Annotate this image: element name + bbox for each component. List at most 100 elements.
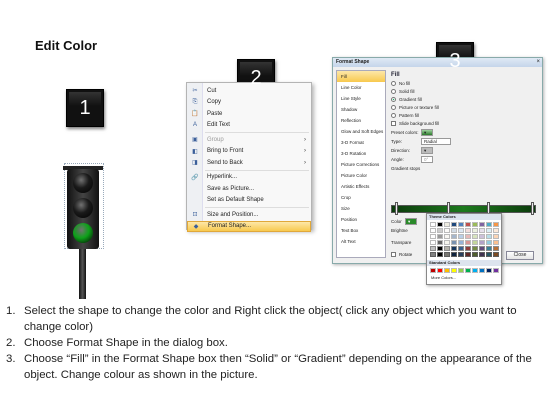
- menu-item-save-as-picture[interactable]: Save as Picture...: [187, 183, 311, 194]
- nav-item-line-style[interactable]: Line Style: [337, 93, 385, 104]
- theme-color-swatch[interactable]: [430, 228, 436, 233]
- nav-item-reflection[interactable]: Reflection: [337, 115, 385, 126]
- theme-color-swatch[interactable]: [437, 252, 443, 257]
- traffic-light-shape[interactable]: [58, 155, 108, 305]
- fill-option-picture-or-texture-fill[interactable]: Picture or texture fill: [391, 103, 541, 111]
- gradient-stops-bar[interactable]: [391, 205, 536, 213]
- theme-color-swatch[interactable]: [458, 240, 464, 245]
- theme-color-swatch[interactable]: [451, 228, 457, 233]
- fill-option-gradient-fill[interactable]: Gradient fill: [391, 95, 541, 103]
- theme-color-swatch[interactable]: [486, 222, 492, 227]
- standard-color-swatch[interactable]: [486, 268, 492, 273]
- theme-color-swatch[interactable]: [444, 252, 450, 257]
- theme-color-swatch[interactable]: [465, 222, 471, 227]
- menu-item-bring-to-front[interactable]: ◧ Bring to Front ›: [187, 146, 311, 157]
- menu-item-copy[interactable]: ⎘ Copy: [187, 97, 311, 108]
- nav-item-line-color[interactable]: Line Color: [337, 82, 385, 93]
- theme-color-swatch[interactable]: [465, 234, 471, 239]
- gradient-stop[interactable]: [395, 202, 398, 215]
- rotate-checkbox[interactable]: [391, 252, 396, 257]
- nav-item-3-d-rotation[interactable]: 3-D Rotation: [337, 148, 385, 159]
- theme-color-swatch[interactable]: [465, 246, 471, 251]
- theme-color-swatch[interactable]: [437, 228, 443, 233]
- nav-item-alt-text[interactable]: Alt Text: [337, 236, 385, 247]
- theme-color-swatch[interactable]: [451, 240, 457, 245]
- theme-color-swatch[interactable]: [451, 246, 457, 251]
- standard-color-swatch[interactable]: [458, 268, 464, 273]
- theme-color-swatch[interactable]: [437, 240, 443, 245]
- theme-color-swatch[interactable]: [430, 240, 436, 245]
- theme-color-swatch[interactable]: [479, 246, 485, 251]
- theme-color-swatch[interactable]: [430, 252, 436, 257]
- nav-item-text-box[interactable]: Text Box: [337, 225, 385, 236]
- theme-color-swatch[interactable]: [458, 222, 464, 227]
- standard-color-swatch[interactable]: [437, 268, 443, 273]
- theme-color-swatch[interactable]: [493, 240, 499, 245]
- close-icon[interactable]: ×: [536, 59, 540, 65]
- theme-color-swatch[interactable]: [458, 228, 464, 233]
- nav-item-artistic-effects[interactable]: Artistic Effects: [337, 181, 385, 192]
- theme-color-swatch[interactable]: [444, 246, 450, 251]
- theme-color-swatch[interactable]: [472, 234, 478, 239]
- menu-item-set-as-default-shape[interactable]: Set as Default Shape: [187, 195, 311, 206]
- fill-option-no-fill[interactable]: No fill: [391, 79, 541, 87]
- theme-color-swatch[interactable]: [479, 234, 485, 239]
- menu-item-group[interactable]: ▣ Group ›: [187, 134, 311, 145]
- standard-color-swatch[interactable]: [493, 268, 499, 273]
- theme-color-swatch[interactable]: [479, 252, 485, 257]
- theme-color-swatch[interactable]: [444, 240, 450, 245]
- menu-item-format-shape[interactable]: ◆ Format Shape...: [187, 220, 311, 232]
- menu-item-hyperlink[interactable]: 🔗 Hyperlink...: [187, 172, 311, 183]
- gradient-stop[interactable]: [531, 202, 534, 215]
- standard-color-swatch[interactable]: [472, 268, 478, 273]
- menu-item-edit-text[interactable]: A Edit Text: [187, 120, 311, 131]
- close-button[interactable]: Close: [506, 251, 534, 260]
- nav-item-picture-corrections[interactable]: Picture Corrections: [337, 159, 385, 170]
- fill-option-slide-background-fill[interactable]: Slide background fill: [391, 119, 541, 127]
- theme-color-swatch[interactable]: [458, 246, 464, 251]
- theme-color-swatch[interactable]: [437, 234, 443, 239]
- theme-color-swatch[interactable]: [493, 228, 499, 233]
- theme-color-swatch[interactable]: [437, 222, 443, 227]
- theme-color-swatch[interactable]: [430, 234, 436, 239]
- nav-item-shadow[interactable]: Shadow: [337, 104, 385, 115]
- theme-color-swatch[interactable]: [493, 252, 499, 257]
- nav-item-3-d-format[interactable]: 3-D Format: [337, 137, 385, 148]
- theme-color-swatch[interactable]: [479, 222, 485, 227]
- nav-item-glow-and-soft-edges[interactable]: Glow and Soft Edges: [337, 126, 385, 137]
- theme-color-swatch[interactable]: [444, 228, 450, 233]
- theme-color-swatch[interactable]: [486, 234, 492, 239]
- standard-color-swatch[interactable]: [465, 268, 471, 273]
- fill-option-solid-fill[interactable]: Solid fill: [391, 87, 541, 95]
- menu-item-cut[interactable]: ✂ Cut: [187, 85, 311, 96]
- theme-color-swatch[interactable]: [479, 228, 485, 233]
- theme-color-swatch[interactable]: [479, 240, 485, 245]
- theme-color-swatch[interactable]: [493, 222, 499, 227]
- nav-item-crop[interactable]: Crop: [337, 192, 385, 203]
- more-colors-link[interactable]: More Colors...: [427, 275, 501, 281]
- nav-item-picture-color[interactable]: Picture Color: [337, 170, 385, 181]
- theme-color-swatch[interactable]: [486, 246, 492, 251]
- standard-color-swatch[interactable]: [430, 268, 436, 273]
- theme-color-swatch[interactable]: [472, 228, 478, 233]
- theme-color-swatch[interactable]: [486, 240, 492, 245]
- nav-item-fill[interactable]: Fill: [337, 71, 385, 82]
- theme-color-swatch[interactable]: [472, 240, 478, 245]
- color-button[interactable]: ▾: [405, 218, 417, 225]
- menu-item-send-to-back[interactable]: ◨ Send to Back ›: [187, 157, 311, 168]
- type-select[interactable]: Radial: [421, 138, 451, 145]
- theme-color-swatch[interactable]: [451, 222, 457, 227]
- theme-color-swatch[interactable]: [458, 252, 464, 257]
- fill-option-pattern-fill[interactable]: Pattern fill: [391, 111, 541, 119]
- theme-color-swatch[interactable]: [472, 252, 478, 257]
- theme-color-swatch[interactable]: [465, 228, 471, 233]
- standard-color-swatch[interactable]: [444, 268, 450, 273]
- standard-color-swatch[interactable]: [451, 268, 457, 273]
- theme-color-swatch[interactable]: [458, 234, 464, 239]
- preset-colors-button[interactable]: ▾: [421, 129, 433, 136]
- menu-item-paste[interactable]: 📋 Paste: [187, 108, 311, 119]
- theme-color-swatch[interactable]: [486, 252, 492, 257]
- theme-color-swatch[interactable]: [451, 252, 457, 257]
- theme-color-swatch[interactable]: [451, 234, 457, 239]
- theme-color-swatch[interactable]: [493, 234, 499, 239]
